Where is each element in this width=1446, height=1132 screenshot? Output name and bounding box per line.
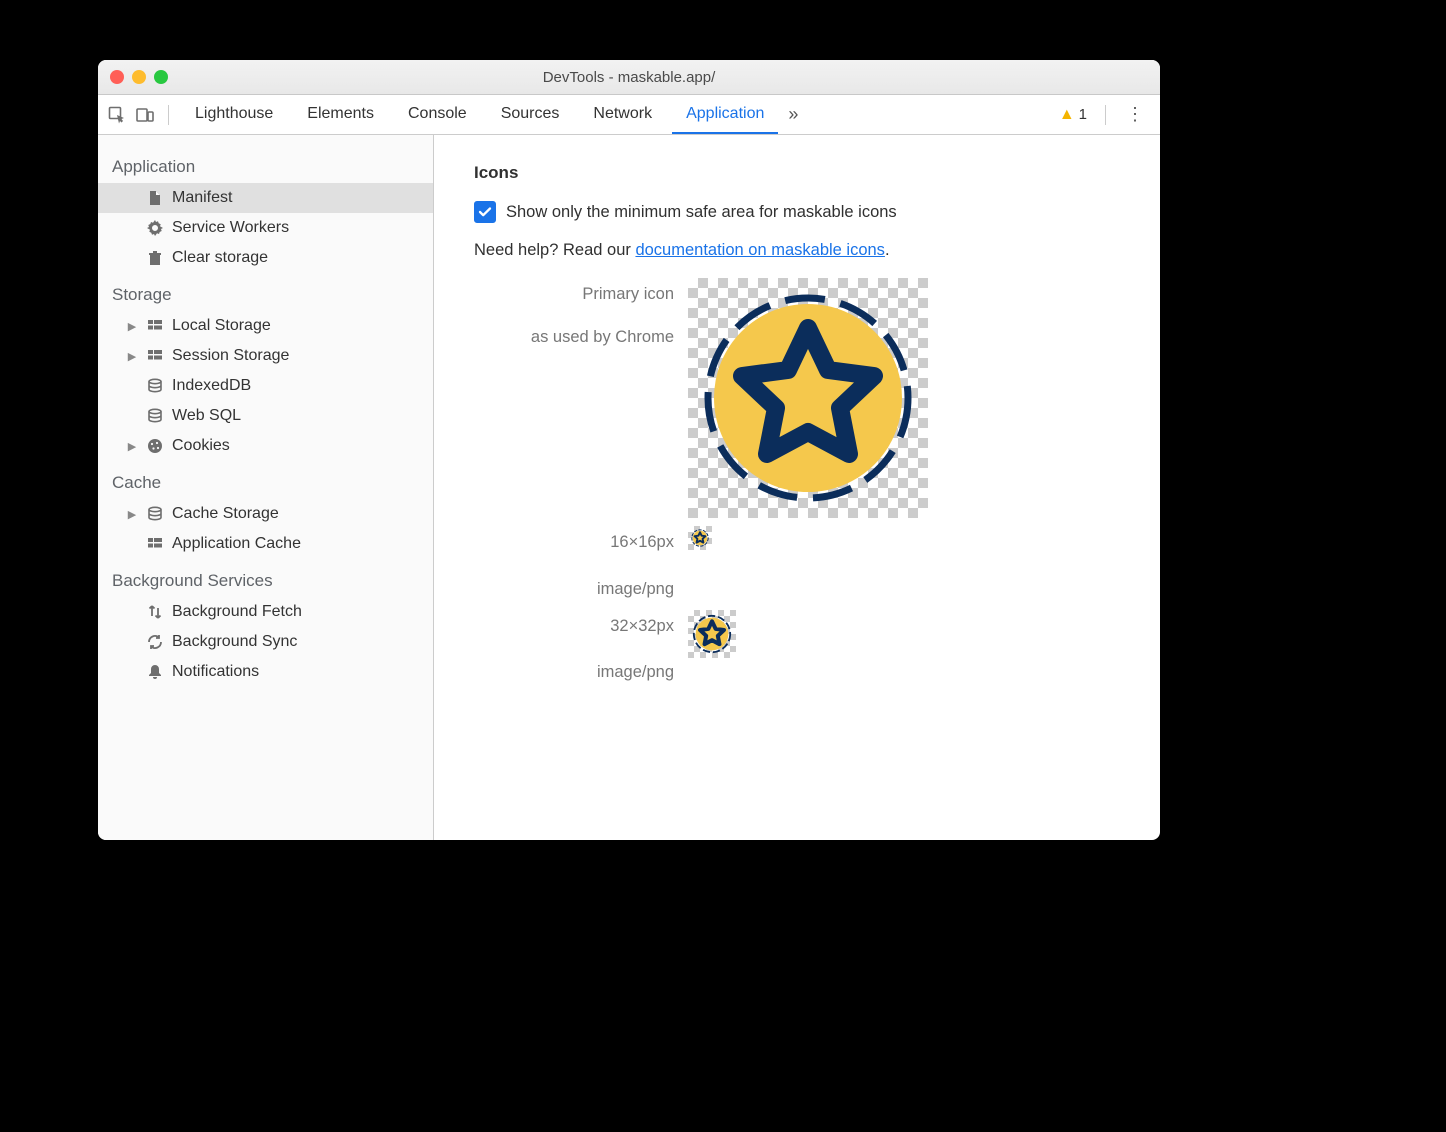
warning-count: 1 xyxy=(1079,106,1087,123)
sidebar-group-cache: Cache xyxy=(98,461,433,499)
zoom-window-icon[interactable] xyxy=(154,70,168,84)
sidebar-item-label: Clear storage xyxy=(172,249,268,267)
primary-icon-label: Primary icon as used by Chrome xyxy=(474,278,674,350)
sidebar-group-background-services: Background Services xyxy=(98,559,433,597)
sidebar-item-background-fetch[interactable]: Background Fetch xyxy=(98,597,433,627)
sidebar-item-label: Background Fetch xyxy=(172,603,302,621)
tab-network[interactable]: Network xyxy=(579,96,666,134)
sidebar-item-cookies[interactable]: ▶ Cookies xyxy=(98,431,433,461)
sidebar-item-label: Service Workers xyxy=(172,219,289,237)
sidebar-item-label: Manifest xyxy=(172,189,232,207)
arrows-icon xyxy=(146,603,164,621)
sidebar-item-label: Background Sync xyxy=(172,633,297,651)
settings-menu-icon[interactable]: ⋮ xyxy=(1118,104,1152,125)
sidebar-item-manifest[interactable]: Manifest xyxy=(98,183,433,213)
grid-icon xyxy=(146,535,164,553)
sync-icon xyxy=(146,633,164,651)
sidebar-item-local-storage[interactable]: ▶ Local Storage xyxy=(98,311,433,341)
devtools-toolbar: Lighthouse Elements Console Sources Netw… xyxy=(98,95,1160,135)
sidebar-item-label: Application Cache xyxy=(172,535,301,553)
main-panel: Icons Show only the minimum safe area fo… xyxy=(434,135,1160,840)
icon-entry-1: 32×32px image/png xyxy=(474,610,674,686)
file-icon xyxy=(146,189,164,207)
cookie-icon xyxy=(146,437,164,455)
sidebar-item-label: Web SQL xyxy=(172,407,241,425)
twisty-icon: ▶ xyxy=(126,440,138,453)
tab-lighthouse[interactable]: Lighthouse xyxy=(181,96,287,134)
twisty-icon: ▶ xyxy=(126,508,138,521)
sidebar-item-cache-storage[interactable]: ▶ Cache Storage xyxy=(98,499,433,529)
devtools-window: DevTools - maskable.app/ Lighthouse Elem… xyxy=(98,60,1160,840)
titlebar[interactable]: DevTools - maskable.app/ xyxy=(98,60,1160,95)
sidebar-item-label: Local Storage xyxy=(172,317,271,335)
tab-application[interactable]: Application xyxy=(672,96,778,134)
separator xyxy=(1105,105,1106,125)
window-title: DevTools - maskable.app/ xyxy=(98,69,1160,86)
close-window-icon[interactable] xyxy=(110,70,124,84)
tab-elements[interactable]: Elements xyxy=(293,96,388,134)
icon-entry-0: 16×16px image/png xyxy=(474,526,674,602)
sidebar-group-storage: Storage xyxy=(98,273,433,311)
sidebar-item-label: Cache Storage xyxy=(172,505,279,523)
sidebar-item-service-workers[interactable]: Service Workers xyxy=(98,213,433,243)
twisty-icon: ▶ xyxy=(126,320,138,333)
help-text: Need help? Read our documentation on mas… xyxy=(474,241,1120,260)
grid-icon xyxy=(146,317,164,335)
db-icon xyxy=(146,505,164,523)
icons-heading: Icons xyxy=(474,163,1120,183)
sidebar-item-session-storage[interactable]: ▶ Session Storage xyxy=(98,341,433,371)
device-mode-icon[interactable] xyxy=(134,104,156,126)
tab-sources[interactable]: Sources xyxy=(487,96,574,134)
db-icon xyxy=(146,377,164,395)
warnings-button[interactable]: ▲ 1 xyxy=(1053,106,1093,124)
sidebar-item-label: Notifications xyxy=(172,663,259,681)
sidebar-item-application-cache[interactable]: Application Cache xyxy=(98,529,433,559)
sidebar-item-web-sql[interactable]: Web SQL xyxy=(98,401,433,431)
traffic-lights xyxy=(98,70,168,84)
tab-console[interactable]: Console xyxy=(394,96,481,134)
safe-area-checkbox[interactable] xyxy=(474,201,496,223)
twisty-icon: ▶ xyxy=(126,350,138,363)
grid-icon xyxy=(146,347,164,365)
icon-preview-32 xyxy=(688,610,736,658)
docs-link[interactable]: documentation on maskable icons xyxy=(635,241,884,259)
sidebar-item-label: Cookies xyxy=(172,437,230,455)
separator xyxy=(168,105,169,125)
inspect-element-icon[interactable] xyxy=(106,104,128,126)
bell-icon xyxy=(146,663,164,681)
sidebar-item-background-sync[interactable]: Background Sync xyxy=(98,627,433,657)
gear-icon xyxy=(146,219,164,237)
primary-icon-preview xyxy=(688,278,928,518)
sidebar-item-label: Session Storage xyxy=(172,347,289,365)
sidebar-item-notifications[interactable]: Notifications xyxy=(98,657,433,687)
trash-icon xyxy=(146,249,164,267)
sidebar-group-application: Application xyxy=(98,145,433,183)
sidebar-item-clear-storage[interactable]: Clear storage xyxy=(98,243,433,273)
more-tabs-icon[interactable]: » xyxy=(784,104,802,125)
icon-preview-16 xyxy=(688,526,712,550)
minimize-window-icon[interactable] xyxy=(132,70,146,84)
safe-area-label: Show only the minimum safe area for mask… xyxy=(506,203,897,222)
sidebar-item-indexeddb[interactable]: IndexedDB xyxy=(98,371,433,401)
db-icon xyxy=(146,407,164,425)
sidebar: Application Manifest Service Workers Clear … xyxy=(98,135,434,840)
warning-icon: ▲ xyxy=(1059,106,1075,124)
sidebar-item-label: IndexedDB xyxy=(172,377,251,395)
